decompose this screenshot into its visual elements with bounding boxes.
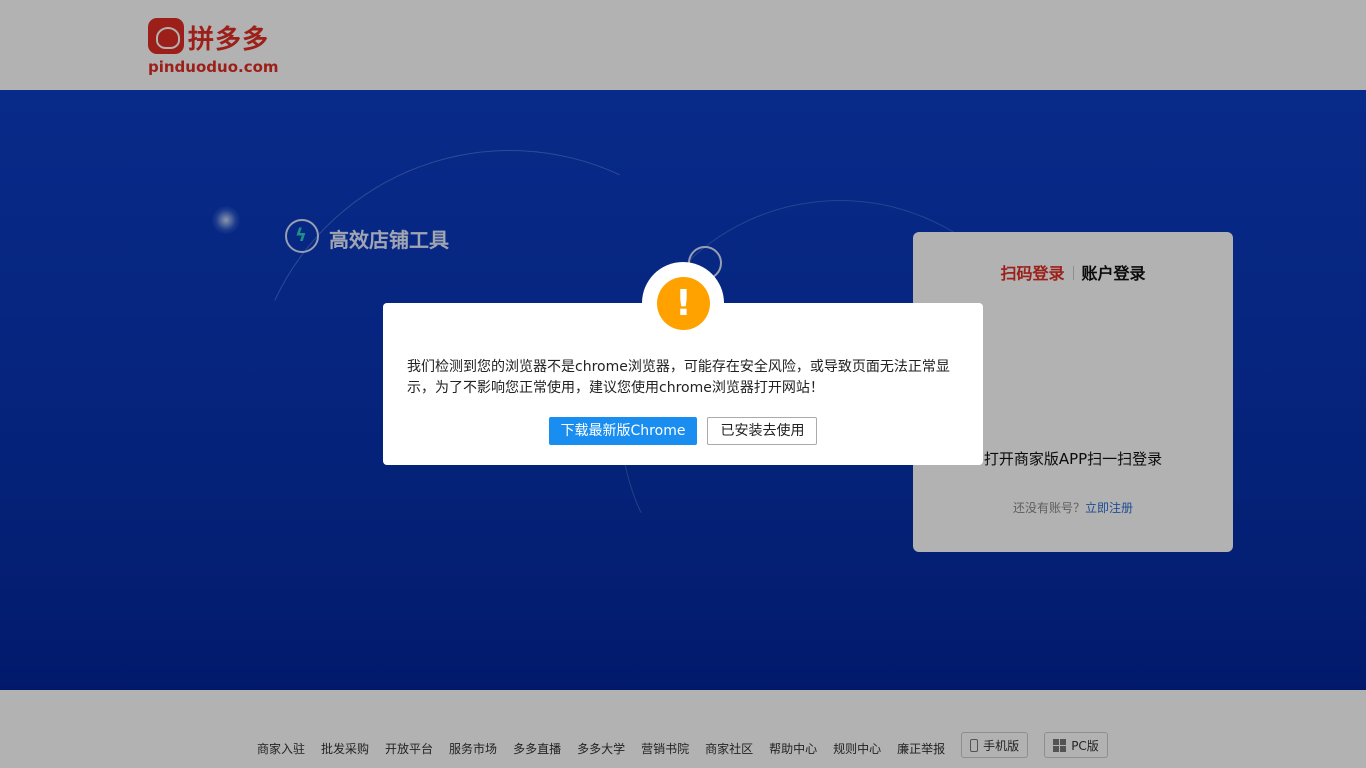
dialog-buttons: 下载最新版Chrome 已安装去使用 [383, 417, 983, 445]
download-chrome-button[interactable]: 下载最新版Chrome [548, 417, 698, 445]
already-installed-button[interactable]: 已安装去使用 [707, 417, 818, 445]
warning-icon: ! [657, 277, 710, 330]
dialog-message: 我们检测到您的浏览器不是chrome浏览器，可能存在安全风险，或导致页面无法正常… [407, 359, 950, 396]
